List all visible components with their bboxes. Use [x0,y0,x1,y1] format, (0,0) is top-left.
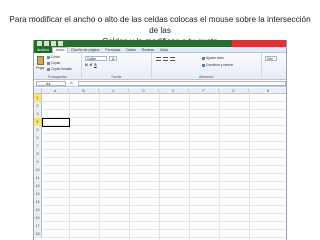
row-header[interactable]: 13 [34,190,42,198]
table-row: 17 [34,222,286,230]
scissors-icon [47,55,50,59]
row-header[interactable]: 3 [34,110,42,118]
row-header[interactable]: 5 [34,126,42,134]
excel-logo-icon [37,41,42,46]
font-size-select[interactable]: 11 [109,56,117,61]
wrap-text-icon [202,56,205,60]
row-header[interactable]: 17 [34,222,42,230]
format-painter-button[interactable]: Copiar formato [47,67,72,71]
row-header[interactable]: 4 [34,118,42,126]
underline-button[interactable]: S [94,63,96,67]
slide-page: Para modificar el ancho o alto de las ce… [0,0,320,240]
name-box[interactable]: A4 [36,81,66,86]
align-middle-icon[interactable] [163,57,168,61]
alignment-group: Ajustar texto Combinar y centrar Alineac… [152,53,262,80]
merge-icon [202,63,205,67]
redo-icon[interactable] [58,41,63,46]
paste-icon[interactable] [37,56,44,65]
ribbon: Pegar Cortar Copiar Copiar formato Porta… [34,53,286,80]
row-header[interactable]: 1 [34,94,42,102]
table-row: 5 [34,126,286,134]
table-row: 14 [34,198,286,206]
table-row: 1 [34,94,286,102]
paste-button[interactable]: Pegar [36,66,45,70]
table-row: 12 [34,182,286,190]
table-row: 13 [34,190,286,198]
number-group: Gen [262,53,286,80]
table-row: 9 [34,158,286,166]
row-header[interactable]: 16 [34,214,42,222]
row-header[interactable]: 9 [34,158,42,166]
row-header[interactable]: 8 [34,150,42,158]
brush-icon [47,67,50,71]
number-format-select[interactable]: Gen [265,56,277,61]
table-row: 7 [34,142,286,150]
copy-button[interactable]: Copiar [47,61,60,65]
fx-icon[interactable]: fx [70,81,73,86]
clipboard-group-label: Portapapeles [48,75,67,79]
table-row: 4 [34,118,286,126]
wrap-text-button[interactable]: Ajustar texto [202,56,224,60]
font-name-select[interactable]: Calibri [85,56,107,61]
cut-button[interactable]: Cortar [47,55,60,59]
row-header[interactable]: 7 [34,142,42,150]
alignment-group-label: Alineación [199,75,214,79]
table-row: 2 [34,102,286,110]
tab-revisar[interactable]: Revisar [139,47,157,53]
row-header[interactable]: 15 [34,206,42,214]
window-title-bar [232,40,286,47]
align-buttons[interactable] [156,57,175,61]
row-header[interactable]: 11 [34,174,42,182]
formula-bar: A4 fx [34,80,286,87]
table-row: 10 [34,166,286,174]
clipboard-group: Pegar Cortar Copiar Copiar formato Porta… [34,53,82,80]
table-row: 6 [34,134,286,142]
tab-vista[interactable]: Vista [157,47,171,53]
font-group: Calibri 11 N K S Fuente [82,53,152,80]
tab-inicio[interactable]: Inicio [51,46,69,53]
align-top-icon[interactable] [156,57,161,61]
tab-diseno-de-pagina[interactable]: Diseño de página [68,47,102,53]
excel-screenshot: Archivo Inicio Diseño de página Fórmulas… [33,40,287,240]
font-group-label: Fuente [111,75,122,79]
tab-archivo[interactable]: Archivo [34,46,52,53]
table-row: 16 [34,214,286,222]
row-header[interactable]: 12 [34,182,42,190]
caption-line-1: Para modificar el ancho o alto de las ce… [9,15,311,35]
row-header[interactable]: 18 [34,230,42,238]
row-header[interactable]: 14 [34,198,42,206]
table-row: 11 [34,174,286,182]
tab-formulas[interactable]: Fórmulas [102,47,123,53]
italic-button[interactable]: K [90,63,93,67]
copy-icon [47,61,50,65]
save-icon[interactable] [44,41,49,46]
table-row: 8 [34,150,286,158]
undo-icon[interactable] [51,41,56,46]
merge-center-button[interactable]: Combinar y centrar [202,63,233,67]
formula-input[interactable] [78,81,286,86]
table-row: 15 [34,206,286,214]
bold-button[interactable]: N [85,63,88,67]
table-row: 18 [34,230,286,238]
row-header[interactable]: 10 [34,166,42,174]
table-row: 3 [34,110,286,118]
row-header[interactable]: 2 [34,102,42,110]
tab-datos[interactable]: Datos [123,47,138,53]
align-bottom-icon[interactable] [170,57,175,61]
row-header[interactable]: 6 [34,134,42,142]
selected-cell[interactable] [42,118,70,127]
